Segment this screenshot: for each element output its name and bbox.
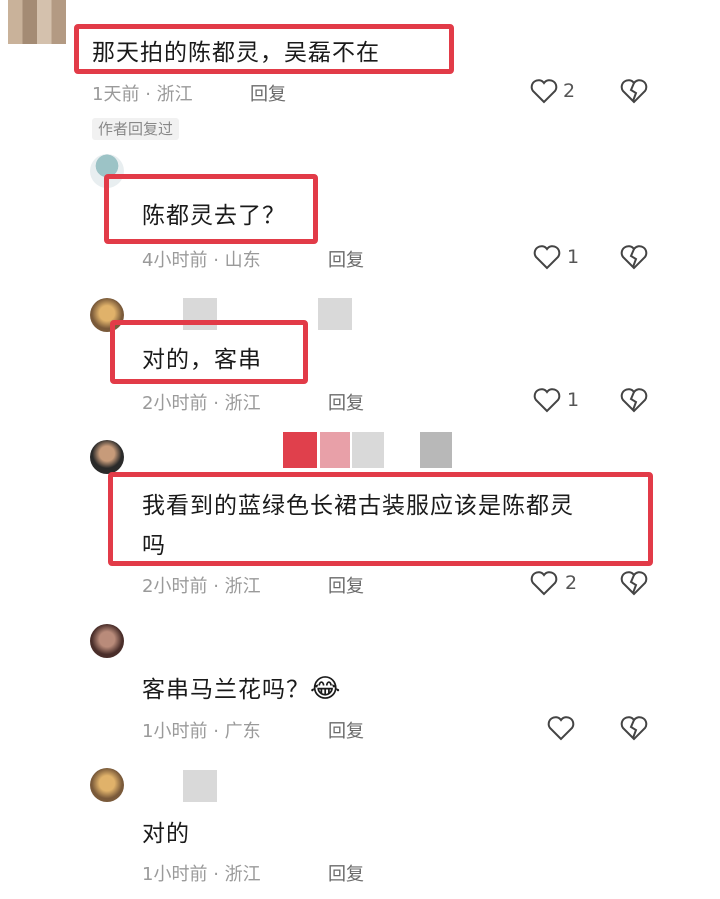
comment-meta: 1小时前 · 广东 — [142, 717, 261, 743]
comment-location: 广东 — [224, 721, 261, 742]
comment-location: 浙江 — [224, 576, 261, 597]
reply-button[interactable]: 回复 — [328, 572, 364, 598]
broken-heart-icon[interactable] — [620, 570, 648, 596]
username-redacted — [320, 432, 350, 468]
comment-time: 1天前 — [92, 84, 140, 105]
comment-meta: 1天前 · 浙江 — [92, 80, 193, 106]
username-redacted — [420, 432, 452, 468]
separator: · — [213, 250, 219, 271]
heart-icon[interactable] — [547, 715, 575, 741]
heart-icon[interactable] — [533, 244, 561, 270]
heart-icon[interactable] — [530, 570, 558, 596]
comment-time: 4小时前 — [142, 250, 208, 271]
comment-text: 对的 — [142, 821, 190, 847]
comment-time: 1小时前 — [142, 721, 208, 742]
comment-location: 山东 — [224, 250, 261, 271]
avatar[interactable] — [90, 624, 124, 658]
comment-text: 陈都灵去了？ — [142, 203, 286, 229]
comment-meta: 2小时前 · 浙江 — [142, 389, 261, 415]
heart-icon[interactable] — [530, 78, 558, 104]
heart-icon[interactable] — [533, 387, 561, 413]
comment-time: 2小时前 — [142, 576, 208, 597]
username-redacted — [283, 432, 317, 468]
comment-time: 1小时前 — [142, 864, 208, 885]
like-count: 1 — [567, 389, 580, 411]
comment-meta: 4小时前 · 山东 — [142, 246, 261, 272]
laughing-crying-emoji-icon: 😂 — [310, 674, 342, 704]
comment-location: 浙江 — [156, 84, 193, 105]
comment-text-line2: 吗 — [142, 533, 166, 559]
avatar[interactable] — [90, 768, 124, 802]
reply-button[interactable]: 回复 — [328, 389, 364, 415]
like-count: 1 — [567, 246, 580, 268]
reply-button[interactable]: 回复 — [328, 860, 364, 886]
separator: · — [145, 84, 151, 105]
comment-location: 浙江 — [224, 393, 261, 414]
like-count: 2 — [563, 80, 576, 102]
comment-text-body: 客串马兰花吗？ — [142, 677, 310, 703]
username-redacted — [318, 298, 352, 330]
reply-button[interactable]: 回复 — [328, 717, 364, 743]
broken-heart-icon[interactable] — [620, 78, 648, 104]
comment-time: 2小时前 — [142, 393, 208, 414]
username-redacted — [183, 770, 217, 802]
broken-heart-icon[interactable] — [620, 387, 648, 413]
separator: · — [213, 393, 219, 414]
comment-text-line1: 我看到的蓝绿色长裙古装服应该是陈都灵 — [142, 493, 574, 519]
comment-meta: 2小时前 · 浙江 — [142, 572, 261, 598]
broken-heart-icon[interactable] — [620, 715, 648, 741]
comment-meta: 1小时前 · 浙江 — [142, 860, 261, 886]
username-redacted — [352, 432, 384, 468]
broken-heart-icon[interactable] — [620, 244, 648, 270]
avatar[interactable] — [8, 0, 66, 44]
comment-location: 浙江 — [224, 864, 261, 885]
separator: · — [213, 864, 219, 885]
comment-text: 客串马兰花吗？😂 — [142, 670, 341, 704]
separator: · — [213, 721, 219, 742]
author-replied-badge: 作者回复过 — [92, 118, 180, 140]
reply-button[interactable]: 回复 — [328, 246, 364, 272]
reply-button[interactable]: 回复 — [250, 80, 286, 106]
separator: · — [213, 576, 219, 597]
avatar[interactable] — [90, 440, 124, 474]
like-count: 2 — [565, 572, 578, 594]
comment-text: 那天拍的陈都灵，吴磊不在 — [92, 40, 380, 66]
comment-text: 对的，客串 — [142, 347, 262, 373]
